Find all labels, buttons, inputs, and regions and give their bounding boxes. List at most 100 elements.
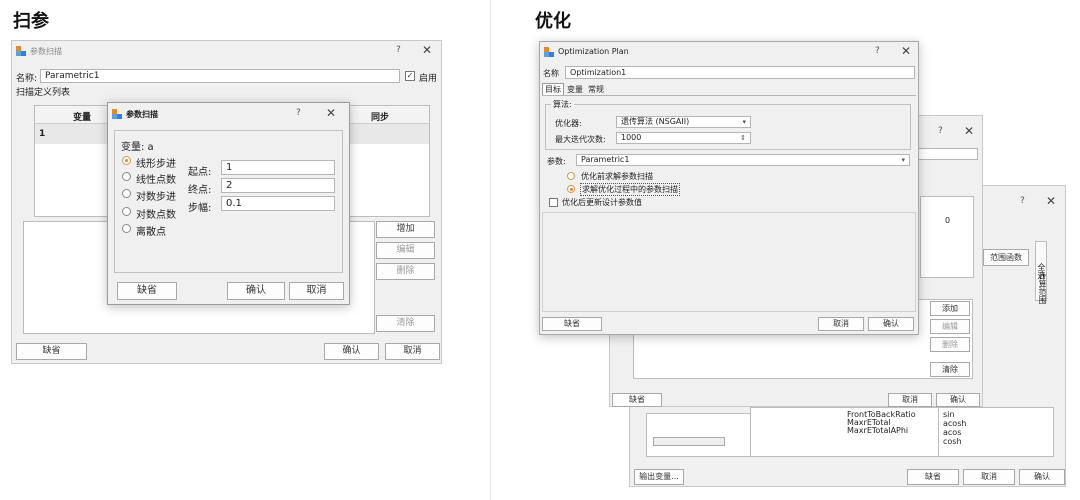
edit-button[interactable]: 编辑 bbox=[930, 319, 970, 334]
name-input-back[interactable] bbox=[916, 148, 978, 160]
end-input[interactable]: 2 bbox=[221, 178, 335, 193]
name-label: 名称 bbox=[543, 69, 559, 78]
default-button[interactable]: 缺省 bbox=[612, 393, 662, 407]
cancel-button[interactable]: 取消 bbox=[385, 343, 440, 360]
algorithm-group-label: 算法: bbox=[551, 99, 574, 110]
parameter-select[interactable]: Parametric1 ▾ bbox=[576, 154, 910, 166]
radio-linear-step[interactable] bbox=[122, 156, 131, 165]
update-after-checkbox[interactable] bbox=[549, 198, 558, 207]
horizontal-scrollbar[interactable] bbox=[653, 437, 725, 446]
step-label: 步幅: bbox=[188, 203, 212, 214]
start-label: 起点: bbox=[188, 167, 212, 178]
cancel-button[interactable]: 取消 bbox=[963, 469, 1015, 485]
function-item[interactable]: acos bbox=[943, 428, 961, 437]
cancel-button[interactable]: 取消 bbox=[888, 393, 932, 407]
add-button[interactable]: 添加 bbox=[930, 301, 970, 316]
start-input[interactable]: 1 bbox=[221, 160, 335, 175]
optimizer-label: 优化器: bbox=[555, 119, 582, 128]
parameter-label: 参数: bbox=[547, 157, 566, 166]
ok-button[interactable]: 确认 bbox=[324, 343, 379, 360]
cancel-button[interactable]: 取消 bbox=[289, 282, 344, 300]
range-function-button[interactable]: 范围函数 bbox=[983, 249, 1029, 266]
optimization-plan-window: Optimization Plan ? ✕ 名称 Optimization1 目… bbox=[539, 41, 919, 335]
enable-label: 启用 bbox=[419, 74, 438, 84]
app-icon bbox=[544, 47, 554, 57]
max-iter-value: 1000 bbox=[621, 133, 642, 142]
tab-variables[interactable]: 变量 bbox=[567, 84, 583, 95]
function-item[interactable]: cosh bbox=[943, 437, 962, 446]
window-title: Optimization Plan bbox=[558, 47, 629, 56]
default-button[interactable]: 缺省 bbox=[117, 282, 177, 300]
help-icon[interactable]: ? bbox=[875, 46, 880, 56]
default-button[interactable]: 缺省 bbox=[16, 343, 87, 360]
window-title: 参数扫描 bbox=[30, 47, 62, 56]
function-item[interactable]: acosh bbox=[943, 419, 966, 428]
optimizer-select[interactable]: 遗传算法 (NSGAII) ▾ bbox=[616, 116, 751, 128]
variable-list[interactable]: FrontToBackRatio MaxrETotal MaxrETotalAP… bbox=[750, 407, 940, 457]
max-iter-label: 最大迭代次数: bbox=[555, 135, 606, 144]
radio-linear-count[interactable] bbox=[122, 172, 131, 181]
side-tab-range[interactable]: 计算范围 bbox=[1035, 268, 1047, 308]
section-title-optimize: 优化 bbox=[535, 11, 571, 32]
function-item[interactable]: sin bbox=[943, 410, 954, 419]
title-bar: 参数扫描 ? ✕ bbox=[108, 103, 349, 123]
edit-button[interactable]: 编辑 bbox=[376, 242, 435, 259]
plan-content-area bbox=[542, 212, 916, 312]
radio-log-count[interactable] bbox=[122, 207, 131, 216]
sweep-variable-dialog: 参数扫描 ? ✕ 变量: a 线形步进 线性点数 对数步进 对数点数 离散点 起… bbox=[107, 102, 350, 305]
ok-button[interactable]: 确认 bbox=[227, 282, 285, 300]
title-bar: Optimization Plan ? ✕ bbox=[540, 42, 918, 62]
dropdown-icon: ▾ bbox=[742, 118, 746, 126]
ok-button[interactable]: 确认 bbox=[1019, 469, 1065, 485]
close-icon[interactable]: ✕ bbox=[1046, 194, 1056, 208]
dialog-title: 参数扫描 bbox=[126, 110, 158, 119]
column-header-sync: 同步 bbox=[371, 113, 390, 123]
tab-general[interactable]: 常规 bbox=[588, 84, 604, 95]
row-index: 1 bbox=[39, 129, 46, 139]
default-button[interactable]: 缺省 bbox=[907, 469, 959, 485]
option-discrete: 离散点 bbox=[136, 227, 166, 238]
option-log-count: 对数点数 bbox=[136, 210, 176, 221]
radio-scan-before[interactable] bbox=[567, 172, 575, 180]
delete-button[interactable]: 删除 bbox=[930, 337, 970, 352]
option-scan-before: 优化前求解参数扫描 bbox=[581, 172, 653, 181]
enable-checkbox[interactable]: ✓ bbox=[405, 71, 415, 81]
add-button[interactable]: 增加 bbox=[376, 221, 435, 238]
app-icon bbox=[112, 109, 122, 119]
ok-button[interactable]: 确认 bbox=[936, 393, 980, 407]
help-icon[interactable]: ? bbox=[938, 126, 943, 136]
option-scan-during: 求解优化过程中的参数扫描 bbox=[580, 183, 680, 196]
cancel-button[interactable]: 取消 bbox=[818, 317, 864, 331]
function-list[interactable]: sin acosh acos cosh bbox=[938, 407, 1054, 457]
close-icon[interactable]: ✕ bbox=[964, 124, 974, 138]
column-header-variable: 变量 bbox=[73, 113, 92, 123]
help-icon[interactable]: ? bbox=[1020, 196, 1025, 206]
close-icon[interactable]: ✕ bbox=[422, 43, 432, 57]
name-label: 名称: bbox=[16, 74, 38, 84]
list-item[interactable]: MaxrETotalAPhi bbox=[847, 426, 908, 435]
title-bar: 参数扫描 ? ✕ bbox=[12, 41, 441, 61]
name-input[interactable]: Parametric1 bbox=[40, 69, 400, 83]
radio-log-step[interactable] bbox=[122, 189, 131, 198]
default-button[interactable]: 缺省 bbox=[542, 317, 602, 331]
close-icon[interactable]: ✕ bbox=[901, 44, 911, 58]
clear-button[interactable]: 清除 bbox=[376, 315, 435, 332]
spin-icon: ⇕ bbox=[740, 134, 746, 142]
tab-objectives[interactable]: 目标 bbox=[542, 83, 564, 95]
step-input[interactable]: 0.1 bbox=[221, 196, 335, 211]
option-log-step: 对数步进 bbox=[136, 192, 176, 203]
close-icon[interactable]: ✕ bbox=[326, 106, 336, 120]
name-input[interactable]: Optimization1 bbox=[565, 66, 915, 79]
radio-scan-during[interactable] bbox=[567, 185, 575, 193]
help-icon[interactable]: ? bbox=[396, 45, 401, 55]
ok-button[interactable]: 确认 bbox=[868, 317, 914, 331]
left-list[interactable] bbox=[646, 413, 756, 457]
help-icon[interactable]: ? bbox=[296, 108, 301, 118]
delete-button[interactable]: 删除 bbox=[376, 263, 435, 280]
clear-button[interactable]: 清除 bbox=[930, 362, 970, 377]
output-variables-button[interactable]: 输出变量... bbox=[634, 469, 684, 485]
radio-discrete[interactable] bbox=[122, 224, 131, 233]
dropdown-icon: ▾ bbox=[901, 156, 905, 164]
objective-table[interactable]: 0 bbox=[920, 196, 974, 278]
max-iter-spinbox[interactable]: 1000 ⇕ bbox=[616, 132, 751, 144]
